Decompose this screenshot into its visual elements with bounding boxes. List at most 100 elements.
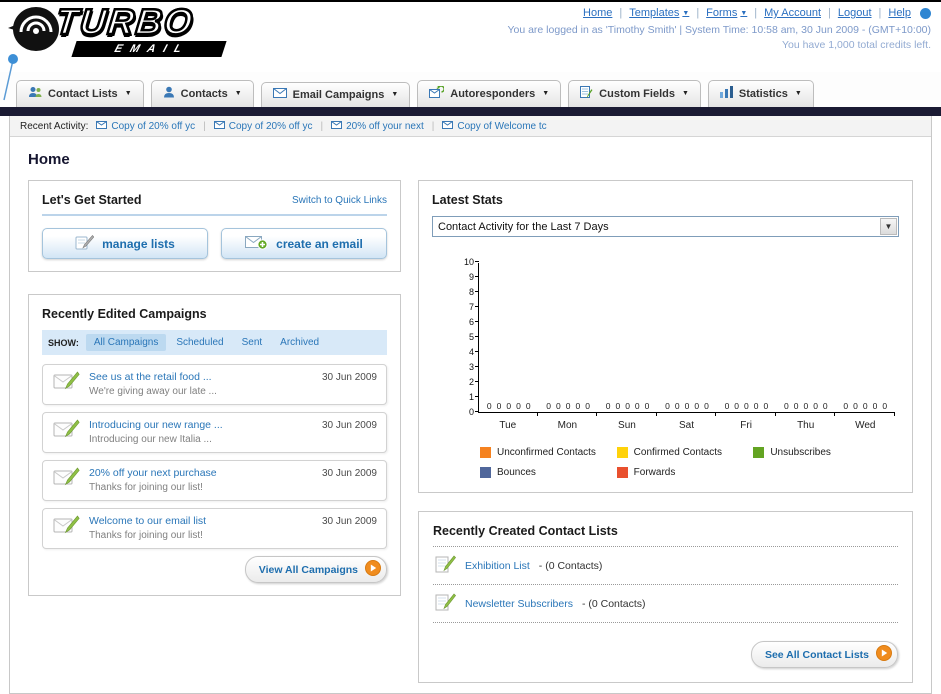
select-dropdown-arrow-icon: ▼ xyxy=(880,218,897,235)
chart-value: 0 xyxy=(575,401,581,411)
top-nav-logout[interactable]: Logout xyxy=(838,7,872,19)
nav-tab-label: Contacts xyxy=(180,87,228,100)
x-tick-mark xyxy=(835,413,896,416)
recent-activity-item[interactable]: 20% off your next xyxy=(331,120,424,132)
campaign-title-link[interactable]: Introducing our new range ... xyxy=(89,419,223,431)
campaigns-filter-tabs: SHOW: All Campaigns Scheduled Sent Archi… xyxy=(42,330,387,355)
switch-quick-links-link[interactable]: Switch to Quick Links xyxy=(292,195,387,206)
separator: | xyxy=(320,120,324,132)
contact-lists-title: Recently Created Contact Lists xyxy=(433,524,898,547)
nav-tab-contacts[interactable]: Contacts ▼ xyxy=(150,80,254,107)
credits-status: You have 1,000 total credits left. xyxy=(781,39,931,51)
campaign-text: Introducing our new range ... Introducin… xyxy=(89,419,223,445)
chart-values-thu: 00000 xyxy=(776,401,835,411)
contact-list-count: - (0 Contacts) xyxy=(581,597,646,610)
tab-all-campaigns[interactable]: All Campaigns xyxy=(85,334,167,351)
chart-x-ticks xyxy=(478,413,896,416)
help-icon[interactable] xyxy=(920,7,931,19)
top-nav-forms[interactable]: Forms ▼ xyxy=(706,7,747,19)
campaign-row[interactable]: Introducing our new range ... Introducin… xyxy=(42,412,387,453)
tab-scheduled[interactable]: Scheduled xyxy=(168,334,231,351)
contact-list-row[interactable]: Newsletter Subscribers - (0 Contacts) xyxy=(433,585,898,623)
campaign-row[interactable]: See us at the retail food ... We're givi… xyxy=(42,364,387,405)
create-email-button[interactable]: create an email xyxy=(221,228,387,259)
envelope-icon xyxy=(331,120,343,132)
campaign-date: 30 Jun 2009 xyxy=(321,372,377,383)
campaign-compose-icon xyxy=(53,467,80,493)
tab-sent[interactable]: Sent xyxy=(234,334,271,351)
nav-tab-autoresponders[interactable]: Autoresponders ▼ xyxy=(417,80,562,107)
nav-tab-custom-fields[interactable]: Custom Fields ▼ xyxy=(568,80,701,107)
get-started-header: Let's Get Started Switch to Quick Links xyxy=(42,193,387,216)
y-tick-mark xyxy=(475,306,479,307)
legend-item: Unsubscribes xyxy=(753,447,890,458)
chart-values-sat: 00000 xyxy=(657,401,716,411)
contact-list-link[interactable]: Exhibition List xyxy=(465,560,530,572)
contact-list-link[interactable]: Newsletter Subscribers xyxy=(465,598,573,610)
top-nav-home[interactable]: Home xyxy=(583,7,612,19)
tab-archived[interactable]: Archived xyxy=(272,334,327,351)
campaign-title-link[interactable]: Welcome to our email list xyxy=(89,515,206,527)
nav-tab-contact-lists[interactable]: Contact Lists ▼ xyxy=(16,80,144,107)
campaign-title-link[interactable]: See us at the retail food ... xyxy=(89,371,217,383)
campaign-title-link[interactable]: 20% off your next purchase xyxy=(89,467,217,479)
nav-tab-email-campaigns[interactable]: Email Campaigns ▼ xyxy=(260,82,411,107)
see-all-contact-lists-button[interactable]: See All Contact Lists xyxy=(750,641,898,668)
chart-value: 0 xyxy=(843,401,849,411)
campaign-row[interactable]: Welcome to our email list Thanks for joi… xyxy=(42,508,387,549)
pencil-icon xyxy=(75,234,95,253)
campaign-row[interactable]: 20% off your next purchase Thanks for jo… xyxy=(42,460,387,501)
y-tick-label: 3 xyxy=(468,362,474,372)
see-all-contact-lists-label: See All Contact Lists xyxy=(764,648,869,661)
arrow-circle-icon xyxy=(365,560,381,579)
chart-value: 0 xyxy=(813,401,818,411)
left-column: Let's Get Started Switch to Quick Links … xyxy=(28,180,401,596)
separator: | xyxy=(619,7,623,19)
campaign-subtitle: Thanks for joining our list! xyxy=(89,530,203,541)
chart-value: 0 xyxy=(724,401,730,411)
app-logo: TURBO EMAIL xyxy=(6,0,227,61)
chart-value: 0 xyxy=(546,401,552,411)
chevron-down-icon: ▼ xyxy=(682,9,690,17)
legend-label: Bounces xyxy=(497,467,536,478)
chart-value: 0 xyxy=(665,401,670,411)
manage-lists-button[interactable]: manage lists xyxy=(42,228,208,259)
chart-value: 0 xyxy=(565,401,571,411)
chart-value: 0 xyxy=(585,401,590,411)
chart-values-wed: 00000 xyxy=(836,401,895,411)
legend-label: Forwards xyxy=(633,467,676,478)
chart-value: 0 xyxy=(486,401,492,411)
chart-zeros-row: 00000000000000000000000000000000000 xyxy=(479,401,895,411)
chart-value: 0 xyxy=(615,401,621,411)
view-all-campaigns-button[interactable]: View All Campaigns xyxy=(244,556,387,583)
contact-list-row[interactable]: Exhibition List - (0 Contacts) xyxy=(433,547,898,585)
chart-y-axis: 0 1 2 3 4 5 6 7 8 9 10 xyxy=(458,258,478,417)
top-nav-templates[interactable]: Templates ▼ xyxy=(629,7,689,19)
top-nav: Home | Templates ▼ | Forms ▼ | My Account … xyxy=(507,7,931,19)
y-tick-mark xyxy=(475,336,479,337)
recent-activity-item[interactable]: Copy of 20% off yc xyxy=(213,120,312,132)
y-tick-mark xyxy=(475,291,479,292)
recent-activity-item[interactable]: Copy of 20% off yc xyxy=(96,120,195,132)
recent-activity-item[interactable]: Copy of Welcome tc xyxy=(442,120,547,132)
y-tick-mark xyxy=(475,411,479,412)
y-tick-label: 9 xyxy=(468,272,474,282)
chart-value: 0 xyxy=(872,401,878,411)
top-nav-help[interactable]: Help xyxy=(888,7,911,19)
arrow-circle-icon xyxy=(876,645,892,664)
nav-tab-statistics[interactable]: Statistics ▼ xyxy=(707,80,814,107)
chart-value: 0 xyxy=(556,401,561,411)
logo-subtitle: EMAIL xyxy=(71,41,227,57)
create-email-label: create an email xyxy=(276,236,363,251)
campaign-date: 30 Jun 2009 xyxy=(321,516,377,527)
x-tick-mark xyxy=(657,413,717,416)
logo-title: TURBO xyxy=(53,0,198,43)
stats-range-select[interactable]: Contact Activity for the Last 7 Days ▼ xyxy=(432,216,899,237)
chart-value: 0 xyxy=(506,401,512,411)
x-tick-mark xyxy=(478,413,538,416)
separator: | xyxy=(878,7,882,19)
get-started-title: Let's Get Started xyxy=(42,193,142,207)
top-nav-my-account[interactable]: My Account xyxy=(764,7,821,19)
legend-label: Unsubscribes xyxy=(770,447,831,458)
campaign-text: See us at the retail food ... We're givi… xyxy=(89,371,217,397)
